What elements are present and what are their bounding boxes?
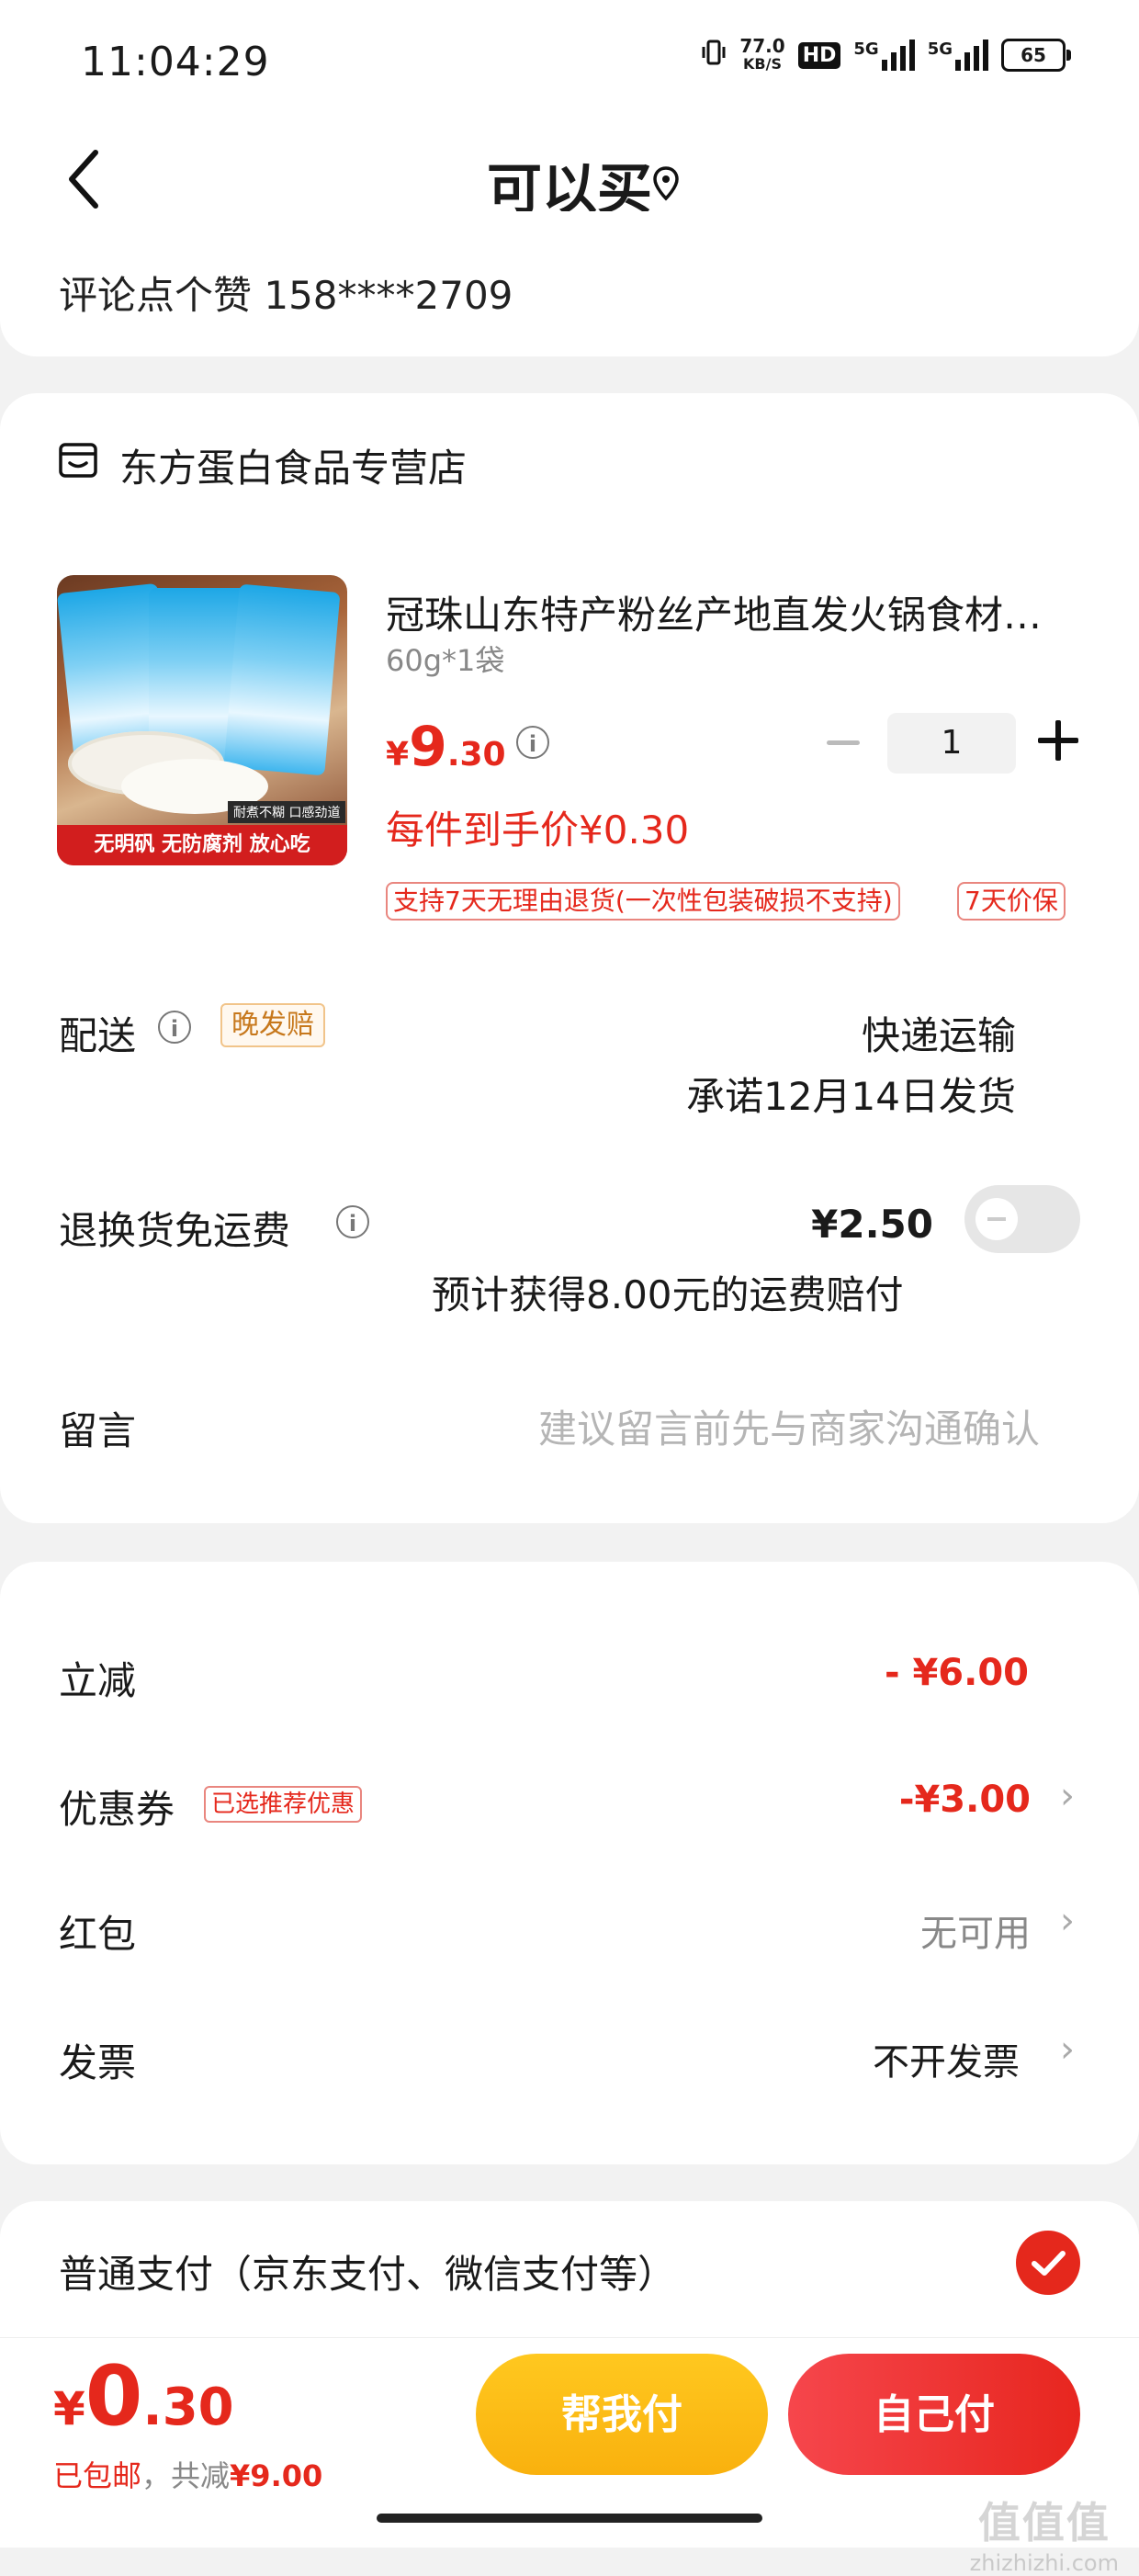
return-shipping-price: ¥2.50	[811, 1202, 933, 1247]
shipping-info-icon[interactable]: i	[158, 1011, 191, 1044]
return-shipping-toggle[interactable]	[964, 1185, 1080, 1253]
product-spec: 60g*1袋	[386, 643, 505, 678]
address-contact: 评论点个赞 158****2709	[59, 273, 513, 318]
price-int: 9	[409, 715, 447, 779]
watermark: 值值值 zhizhizhi.com	[970, 2490, 1119, 2576]
total-price: ¥0.30	[53, 2348, 234, 2445]
message-input[interactable]: 建议留言前先与商家沟通确认	[538, 1398, 1040, 1454]
total-dec: .30	[142, 2378, 234, 2437]
store-icon	[57, 439, 99, 481]
return-shipping-info-icon[interactable]: i	[336, 1205, 369, 1238]
status-icons: 77.0 KB/S HD 5G 5G 65	[701, 37, 1071, 73]
order-card	[0, 393, 1139, 1523]
image-banner: 无明矾 无防腐剂 放心吃	[57, 825, 347, 865]
instant-discount-label: 立减	[59, 1658, 137, 1703]
sim1-label: 5G	[853, 40, 879, 59]
coupon-label[interactable]: 优惠券	[59, 1779, 175, 1835]
invoice-label[interactable]: 发票	[59, 2032, 136, 2088]
unit-price: 每件到手价¥0.30	[386, 808, 690, 853]
net-speed-value: 77.0	[739, 35, 785, 57]
return-shipping-compensation: 预计获得8.00元的运费赔付	[432, 1272, 904, 1317]
store-name[interactable]: 东方蛋白食品专营店	[119, 437, 467, 493]
return-shipping-label: 退换货免运费	[59, 1208, 291, 1253]
net-speed-unit: KB/S	[743, 55, 782, 73]
vibrate-icon	[701, 39, 727, 73]
invoice-value[interactable]: 不开发票	[873, 2032, 1020, 2085]
quantity-plus-button[interactable]	[1038, 720, 1078, 761]
price-dec: .30	[446, 736, 506, 774]
red-packet-label[interactable]: 红包	[59, 1904, 136, 1960]
image-badge: 耐煮不糊 口感劲道	[228, 801, 346, 823]
message-label: 留言	[59, 1408, 137, 1453]
price-currency: ¥	[386, 736, 410, 774]
help-pay-button[interactable]: 帮我付	[476, 2354, 768, 2475]
hd-icon: HD	[797, 41, 841, 69]
total-summary: 已包邮，共减¥9.00	[53, 2453, 322, 2495]
payment-method-label[interactable]: 普通支付（京东支付、微信支付等）	[59, 2243, 676, 2299]
return-policy-tag: 支持7天无理由退货(一次性包装破损不支持)	[386, 882, 900, 921]
total-currency: ¥	[53, 2382, 85, 2435]
battery-icon: 65	[1001, 39, 1071, 72]
shipping-method: 快递运输	[861, 1013, 1016, 1058]
price-protect-tag: 7天价保	[957, 882, 1066, 921]
shipping-label: 配送	[59, 1013, 137, 1058]
saved-prefix: ，共减	[141, 2458, 231, 2493]
check-icon[interactable]	[1016, 2231, 1080, 2295]
quantity-minus-button[interactable]	[827, 740, 860, 745]
coupon-tag: 已选推荐优惠	[204, 1786, 363, 1823]
chevron-right-icon[interactable]: ›	[1060, 1775, 1075, 1817]
product-title[interactable]: 冠珠山东特产粉丝产地直发火锅食材细粉丝	[386, 584, 1056, 640]
location-pin-icon[interactable]	[652, 165, 680, 202]
product-image[interactable]: 耐煮不糊 口感劲道 无明矾 无防腐剂 放心吃	[57, 575, 347, 865]
self-pay-button[interactable]: 自己付	[788, 2354, 1080, 2475]
free-shipping-text: 已包邮	[53, 2458, 142, 2493]
product-price: ¥9.30	[386, 715, 506, 779]
net-speed: 77.0 KB/S	[739, 37, 784, 73]
signal-1-icon: 5G	[853, 40, 915, 71]
sim2-label: 5G	[927, 40, 953, 59]
quantity-value[interactable]: 1	[887, 713, 1016, 774]
shipping-promise: 承诺12月14日发货	[686, 1074, 1016, 1119]
price-info-icon[interactable]: i	[516, 726, 549, 759]
late-delivery-tag: 晚发赔	[220, 1003, 325, 1047]
chevron-right-icon[interactable]: ›	[1060, 2028, 1075, 2071]
signal-2-icon: 5G	[928, 40, 988, 71]
watermark-site: zhizhizhi.com	[969, 2550, 1119, 2576]
chevron-right-icon[interactable]: ›	[1060, 1900, 1075, 1942]
toggle-knob	[975, 1198, 1018, 1240]
home-indicator[interactable]	[377, 2514, 762, 2523]
watermark-logo: 值值值	[977, 2498, 1111, 2548]
saved-amount: ¥9.00	[230, 2458, 323, 2493]
instant-discount-value: - ¥6.00	[884, 1652, 1029, 1694]
red-packet-value[interactable]: 无可用	[920, 1904, 1031, 1957]
status-time: 11:04:29	[81, 39, 270, 85]
total-int: 0	[85, 2348, 143, 2445]
coupon-value[interactable]: -¥3.00	[899, 1779, 1031, 1821]
